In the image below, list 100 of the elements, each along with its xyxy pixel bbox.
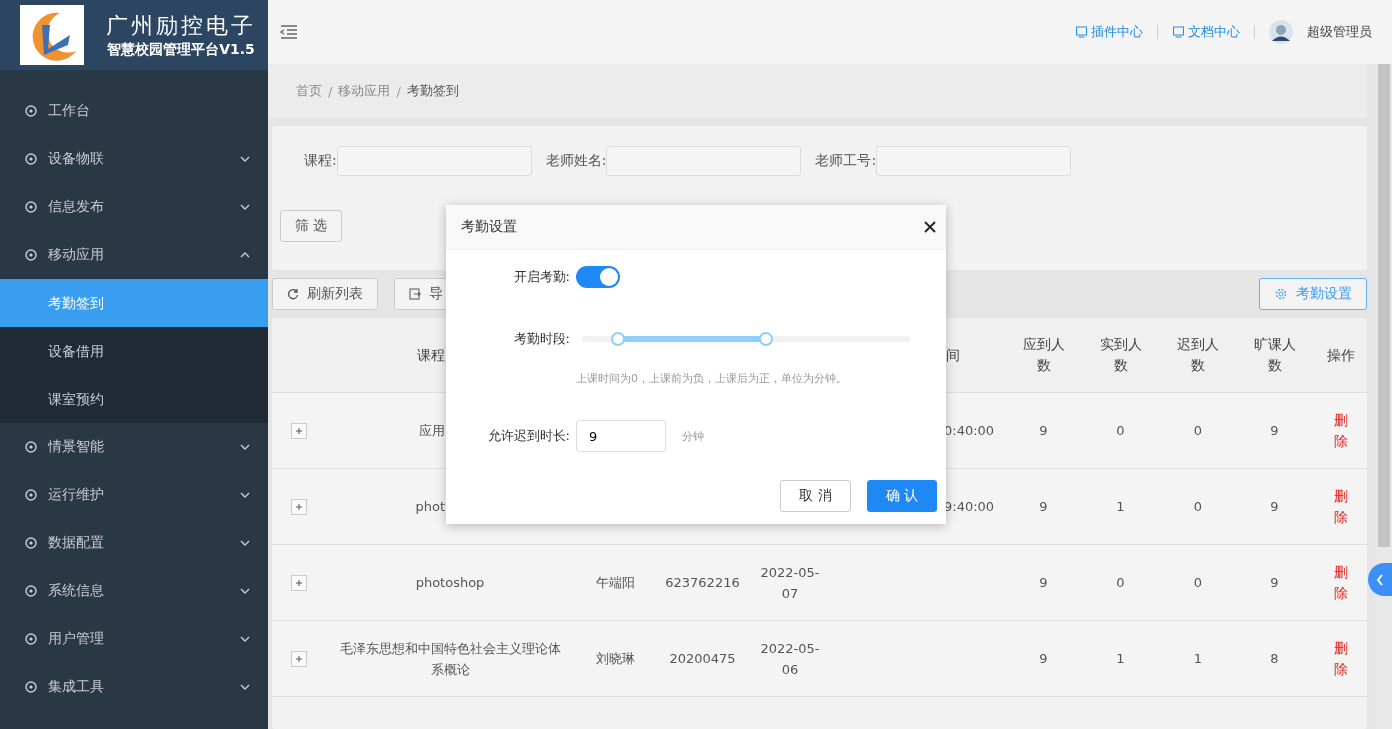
- scrollbar-thumb[interactable]: [1378, 64, 1390, 547]
- settings-icon: [1274, 287, 1288, 301]
- confirm-button[interactable]: 确 认: [866, 480, 937, 512]
- table-cell-text: 0: [1193, 422, 1203, 440]
- column-header: 应到人数: [1021, 335, 1066, 375]
- menu-icon: [24, 488, 38, 502]
- column-header: 课程: [417, 345, 445, 365]
- menu-item[interactable]: 用户管理: [0, 615, 268, 663]
- field-label: 考勤时段:: [512, 330, 570, 348]
- table-cell-text: 应用: [419, 422, 445, 440]
- monitor-icon: [1075, 26, 1088, 38]
- field-label: 允许迟到时长:: [486, 427, 570, 445]
- submenu-item[interactable]: 课室预约: [0, 375, 268, 423]
- expand-button[interactable]: [290, 422, 307, 439]
- submenu-item[interactable]: 设备借用: [0, 327, 268, 375]
- table-cell-text: 2022-05-06: [760, 639, 820, 679]
- menu-icon: [24, 536, 38, 550]
- table-cell-text: 1: [1193, 650, 1203, 668]
- table-cell-text: 1: [1116, 498, 1125, 516]
- menu-item[interactable]: 移动应用: [0, 231, 268, 279]
- export-icon: [409, 288, 421, 300]
- table-cell-text: 20200475: [669, 650, 736, 668]
- refresh-icon: [287, 288, 299, 300]
- cancel-button[interactable]: 取 消: [780, 480, 851, 512]
- column-header: 迟到人数: [1176, 335, 1220, 375]
- slider-thumb[interactable]: [611, 332, 626, 346]
- table-cell-text: 毛泽东思想和中国特色社会主义理论体系概论: [338, 639, 562, 679]
- table-cell-text: 9:40:00: [944, 498, 995, 516]
- table-cell-text: 9: [1039, 498, 1048, 516]
- menu-icon[interactable]: [280, 25, 298, 39]
- collapse-tab[interactable]: [1368, 563, 1392, 596]
- company-name: 广州励控电子: [106, 12, 256, 40]
- menu-icon: [24, 440, 38, 454]
- chevron-down-icon: [240, 444, 250, 450]
- filter-label: 老师工号:: [815, 152, 877, 170]
- column-header: 实到人数: [1098, 335, 1143, 375]
- expand-button[interactable]: [290, 574, 307, 591]
- menu-icon: [24, 248, 38, 262]
- table-cell-text: 9: [1039, 422, 1048, 440]
- hint-text: 上课时间为0，上课前为负，上课后为正，单位为分钟。: [576, 371, 848, 386]
- expand-button[interactable]: [290, 498, 307, 515]
- chevron-left-icon: [1376, 573, 1384, 586]
- filter-label: 老师姓名:: [545, 152, 607, 170]
- table-cell-text: 2022-05-07: [760, 563, 820, 603]
- menu-item[interactable]: 系统信息: [0, 567, 268, 615]
- menu-icon: [24, 584, 38, 598]
- table-cell-text: 623762216: [665, 574, 740, 592]
- avatar-icon: [1269, 20, 1293, 44]
- menu-item[interactable]: 集成工具: [0, 663, 268, 711]
- table-cell-text: phot: [415, 498, 445, 516]
- filter-field[interactable]: [336, 146, 532, 176]
- table-cell-text: 9: [1270, 574, 1279, 592]
- table-cell-text: 0: [1116, 574, 1125, 592]
- delete-link[interactable]: 删除: [1333, 485, 1348, 528]
- chevron-down-icon: [240, 588, 250, 594]
- toolbar-button[interactable]: 刷新列表: [272, 278, 378, 310]
- table-cell-text: 9: [1039, 574, 1048, 592]
- menu-item[interactable]: 信息发布: [0, 183, 268, 231]
- table-cell-text: 9: [1039, 650, 1048, 668]
- delete-link[interactable]: 删除: [1333, 637, 1348, 680]
- chevron-down-icon: [240, 684, 250, 690]
- filter-field[interactable]: [606, 146, 802, 176]
- chevron-up-icon: [240, 252, 250, 258]
- chevron-down-icon: [240, 204, 250, 210]
- attendance-switch[interactable]: [576, 266, 620, 288]
- filter-button[interactable]: 筛 选: [280, 210, 343, 242]
- table-cell-text: 1: [1116, 650, 1125, 668]
- menu-item[interactable]: 设备物联: [0, 135, 268, 183]
- dialog-title: 考勤设置: [461, 218, 517, 236]
- close-icon[interactable]: [924, 221, 936, 233]
- menu-icon: [24, 632, 38, 646]
- user-name[interactable]: 超级管理员: [1307, 23, 1372, 41]
- delete-link[interactable]: 删除: [1333, 561, 1348, 604]
- chevron-down-icon: [240, 540, 250, 546]
- slider-thumb[interactable]: [758, 332, 773, 346]
- menu-item[interactable]: 情景智能: [0, 423, 268, 471]
- breadcrumb-item[interactable]: 考勤签到: [406, 82, 459, 100]
- table-cell-text: photoshop: [415, 574, 485, 592]
- menu-item[interactable]: 数据配置: [0, 519, 268, 567]
- expand-button[interactable]: [290, 650, 307, 667]
- menu-icon: [24, 200, 38, 214]
- menu-item[interactable]: 运行维护: [0, 471, 268, 519]
- table-cell-text: 0: [1116, 422, 1125, 440]
- table-cell-text: 0: [1193, 574, 1203, 592]
- delete-link[interactable]: 删除: [1333, 409, 1348, 452]
- column-header: 间: [946, 345, 960, 365]
- table-cell-text: 9: [1270, 422, 1279, 440]
- chevron-down-icon: [240, 636, 250, 642]
- column-header: 操作: [1326, 345, 1355, 365]
- unit-label: 分钟: [682, 428, 704, 444]
- menu-item[interactable]: 工作台: [0, 87, 268, 135]
- filter-field[interactable]: [876, 146, 1072, 176]
- table-cell-text: 刘晓琳: [595, 650, 635, 668]
- late-minutes-field[interactable]: 9: [576, 420, 666, 452]
- menu-icon: [24, 680, 38, 694]
- field-label: 开启考勤:: [512, 268, 570, 286]
- breadcrumb-separator: /: [328, 83, 333, 99]
- menu-icon: [24, 152, 38, 166]
- table-cell-text: 午端阳: [595, 574, 635, 592]
- table-cell-text: 8: [1270, 650, 1279, 668]
